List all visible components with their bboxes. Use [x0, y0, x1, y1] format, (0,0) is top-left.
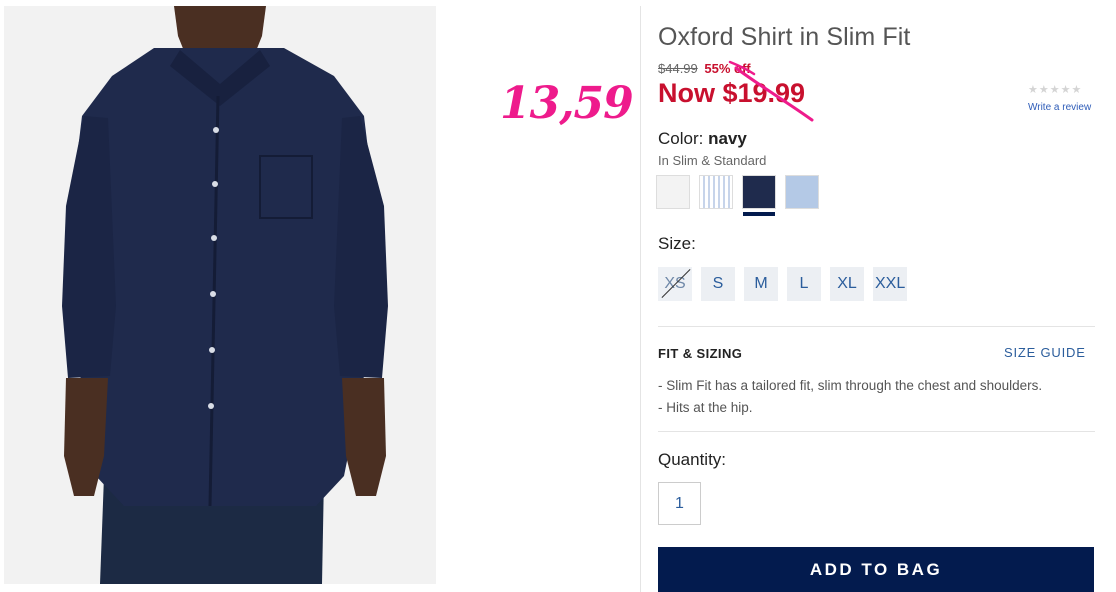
- price-row: $44.99 55% off: [658, 61, 751, 76]
- list-item: - Slim Fit has a tailored fit, slim thro…: [658, 378, 1043, 393]
- swatch-navy[interactable]: [742, 175, 776, 216]
- quantity-label: Quantity:: [658, 450, 727, 469]
- size-m-button[interactable]: M: [744, 267, 778, 301]
- product-image[interactable]: [4, 6, 436, 584]
- handwritten-price-annotation: 13,59: [500, 78, 634, 129]
- original-price: $44.99: [658, 61, 698, 76]
- size-guide-link[interactable]: SIZE GUIDE: [1004, 345, 1086, 360]
- fit-sizing-heading: FIT & SIZING: [658, 346, 743, 361]
- divider: [658, 431, 1095, 432]
- color-label-text: Color:: [658, 129, 704, 148]
- rating-stars: ★★★★★: [1028, 84, 1083, 96]
- swatch-light-blue[interactable]: [785, 175, 819, 209]
- size-label: Size:: [658, 234, 696, 253]
- size-options: XS S M L XL XXL: [658, 267, 908, 301]
- size-xxl-button[interactable]: XXL: [873, 267, 908, 301]
- swatch-white[interactable]: [656, 175, 690, 209]
- list-item: - Hits at the hip.: [658, 399, 753, 415]
- discount-badge: 55% off: [704, 61, 751, 76]
- fit-details-list: - Slim Fit has a tailored fit, slim thro…: [658, 375, 1042, 418]
- swatch-blue-stripe[interactable]: [699, 175, 733, 209]
- divider: [658, 326, 1095, 327]
- quantity-input[interactable]: [658, 482, 701, 525]
- product-title: Oxford Shirt in Slim Fit: [658, 23, 911, 51]
- size-l-button[interactable]: L: [787, 267, 821, 301]
- color-swatches: [656, 175, 819, 216]
- color-label: Color: navy: [658, 129, 747, 149]
- size-s-button[interactable]: S: [701, 267, 735, 301]
- write-review-link[interactable]: Write a review: [1028, 102, 1091, 113]
- model-wearing-shirt-illustration: [4, 6, 436, 584]
- panel-divider: [640, 6, 641, 592]
- sale-price: Now $19.99: [658, 78, 806, 108]
- size-xl-button[interactable]: XL: [830, 267, 864, 301]
- fit-availability-note: In Slim & Standard: [658, 153, 767, 168]
- size-xs-button[interactable]: XS: [658, 267, 692, 301]
- add-to-bag-button[interactable]: ADD TO BAG: [658, 547, 1094, 592]
- selected-color-value: navy: [708, 129, 747, 148]
